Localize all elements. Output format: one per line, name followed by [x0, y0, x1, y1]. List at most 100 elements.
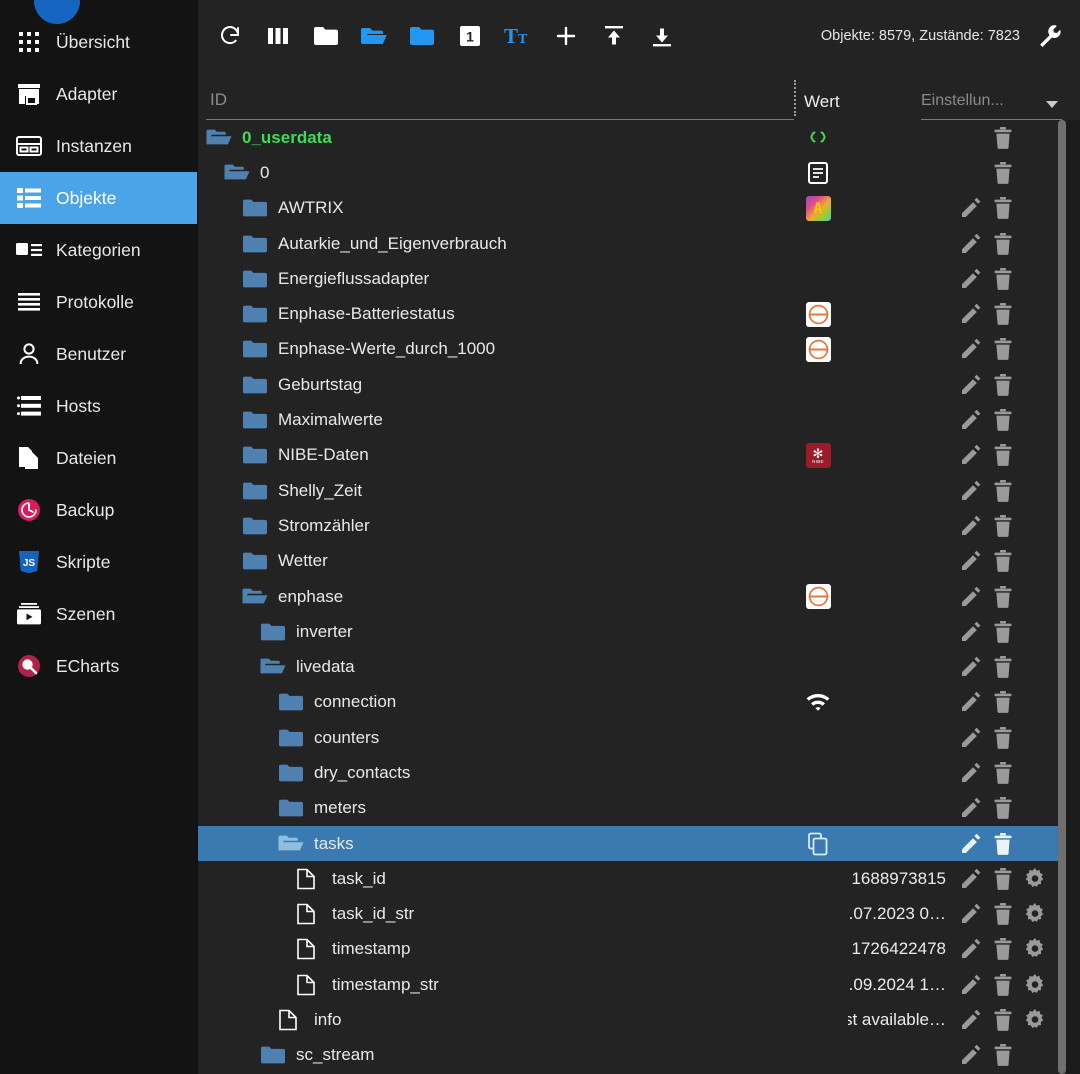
row-edit-icon[interactable] [958, 301, 984, 327]
row-edit-icon[interactable] [958, 407, 984, 433]
folder-icon[interactable] [242, 233, 268, 255]
state-icon[interactable] [296, 868, 322, 890]
tree-row-name[interactable]: 0_userdata [198, 127, 788, 149]
tree-row[interactable]: Shelly_Zeit [198, 473, 1080, 508]
tree-row-name[interactable]: Shelly_Zeit [198, 480, 788, 502]
tree-row-name[interactable]: Wetter [198, 550, 788, 572]
collapse-all-icon[interactable] [302, 12, 350, 60]
tree-row[interactable]: connection [198, 685, 1080, 720]
tree-row[interactable]: 0_userdata [198, 120, 1080, 155]
json-braces-icon[interactable] [788, 126, 848, 150]
folder-icon[interactable] [278, 762, 304, 784]
row-settings-icon[interactable] [1022, 901, 1048, 927]
sidebar-item-objekte[interactable]: Objekte [0, 172, 197, 224]
sidebar-item-echarts[interactable]: ECharts [0, 640, 197, 692]
folder-icon[interactable] [242, 303, 268, 325]
row-delete-icon[interactable] [990, 125, 1016, 151]
folder-icon[interactable] [242, 480, 268, 502]
row-edit-icon[interactable] [958, 231, 984, 257]
tree-row[interactable]: timestamp 1726422478 [198, 932, 1080, 967]
enphase-logo[interactable] [788, 584, 848, 609]
tree-row-name[interactable]: timestamp_str [198, 974, 788, 996]
row-delete-icon[interactable] [990, 407, 1016, 433]
sidebar-item-adapter[interactable]: Adapter [0, 68, 197, 120]
row-edit-icon[interactable] [958, 831, 984, 857]
row-delete-icon[interactable] [990, 160, 1016, 186]
row-delete-icon[interactable] [990, 1042, 1016, 1068]
tree-row[interactable]: sc_stream [198, 1038, 1080, 1073]
tree-row[interactable]: NIBE-Daten ✻ NIBE [198, 438, 1080, 473]
wifi-icon[interactable] [788, 692, 848, 712]
folder-icon[interactable] [260, 1044, 286, 1066]
state-icon[interactable] [278, 1009, 304, 1031]
folder-icon[interactable] [278, 797, 304, 819]
text-size-icon[interactable]: T T [494, 12, 542, 60]
sidebar-item-kategorien[interactable]: Kategorien [0, 224, 197, 276]
row-edit-icon[interactable] [958, 513, 984, 539]
sidebar-item-dateien[interactable]: Dateien [0, 432, 197, 484]
tree-row[interactable]: Enphase-Werte_durch_1000 [198, 332, 1080, 367]
expand-all-icon[interactable] [350, 12, 398, 60]
row-delete-icon[interactable] [990, 513, 1016, 539]
row-edit-icon[interactable] [958, 1007, 984, 1033]
row-edit-icon[interactable] [958, 548, 984, 574]
tree-row[interactable]: Enphase-Batteriestatus [198, 296, 1080, 331]
import-icon[interactable] [590, 12, 638, 60]
row-delete-icon[interactable] [990, 1007, 1016, 1033]
tree-row-name[interactable]: Maximalwerte [198, 409, 788, 431]
row-edit-icon[interactable] [958, 442, 984, 468]
tree-row[interactable]: inverter [198, 614, 1080, 649]
row-delete-icon[interactable] [990, 901, 1016, 927]
row-edit-icon[interactable] [958, 972, 984, 998]
settings-column-select[interactable]: Einstellun... [921, 80, 1062, 120]
chevron-down-icon[interactable] [1046, 101, 1058, 108]
row-edit-icon[interactable] [958, 760, 984, 786]
tree-row[interactable]: info Last available… [198, 1002, 1080, 1037]
tree-row-name[interactable]: task_id_str [198, 903, 788, 925]
export-icon[interactable] [638, 12, 686, 60]
row-edit-icon[interactable] [958, 336, 984, 362]
row-delete-icon[interactable] [990, 584, 1016, 610]
tree-row[interactable]: meters [198, 791, 1080, 826]
row-delete-icon[interactable] [990, 936, 1016, 962]
row-edit-icon[interactable] [958, 266, 984, 292]
copy-icon[interactable] [788, 832, 848, 856]
row-edit-icon[interactable] [958, 901, 984, 927]
row-delete-icon[interactable] [990, 972, 1016, 998]
tree-row-name[interactable]: sc_stream [198, 1044, 788, 1066]
nibe-logo[interactable]: ✻ NIBE [788, 442, 848, 468]
tree-row-name[interactable]: Energieflussadapter [198, 268, 788, 290]
folder-icon[interactable] [242, 444, 268, 466]
folder-icon[interactable] [242, 197, 268, 219]
tree-row[interactable]: Autarkie_und_Eigenverbrauch [198, 226, 1080, 261]
tree-row-name[interactable]: NIBE-Daten [198, 444, 788, 466]
row-delete-icon[interactable] [990, 795, 1016, 821]
row-edit-icon[interactable] [958, 936, 984, 962]
row-edit-icon[interactable] [958, 654, 984, 680]
row-delete-icon[interactable] [990, 478, 1016, 504]
tree-row[interactable]: timestamp_str 15.09.2024 1… [198, 967, 1080, 1002]
row-delete-icon[interactable] [990, 442, 1016, 468]
row-settings-icon[interactable] [1022, 972, 1048, 998]
tree-row[interactable]: Geburtstag [198, 367, 1080, 402]
sidebar-item-instanzen[interactable]: Instanzen [0, 120, 197, 172]
tree-row-name[interactable]: enphase [198, 586, 788, 608]
expand-level-1-icon[interactable]: 1 [446, 12, 494, 60]
row-edit-icon[interactable] [958, 584, 984, 610]
tree-row-name[interactable]: inverter [198, 621, 788, 643]
folder-open-icon[interactable] [224, 162, 250, 184]
state-icon[interactable] [296, 903, 322, 925]
row-delete-icon[interactable] [990, 301, 1016, 327]
folder-icon[interactable] [242, 338, 268, 360]
row-settings-icon[interactable] [1022, 866, 1048, 892]
row-edit-icon[interactable] [958, 1042, 984, 1068]
folder-open-icon[interactable] [242, 586, 268, 608]
row-delete-icon[interactable] [990, 725, 1016, 751]
document-icon[interactable] [788, 161, 848, 185]
row-delete-icon[interactable] [990, 831, 1016, 857]
row-edit-icon[interactable] [958, 478, 984, 504]
tree-row-name[interactable]: livedata [198, 656, 788, 678]
tree-row[interactable]: counters [198, 720, 1080, 755]
awtrix-logo[interactable]: A [788, 195, 848, 221]
row-delete-icon[interactable] [990, 372, 1016, 398]
